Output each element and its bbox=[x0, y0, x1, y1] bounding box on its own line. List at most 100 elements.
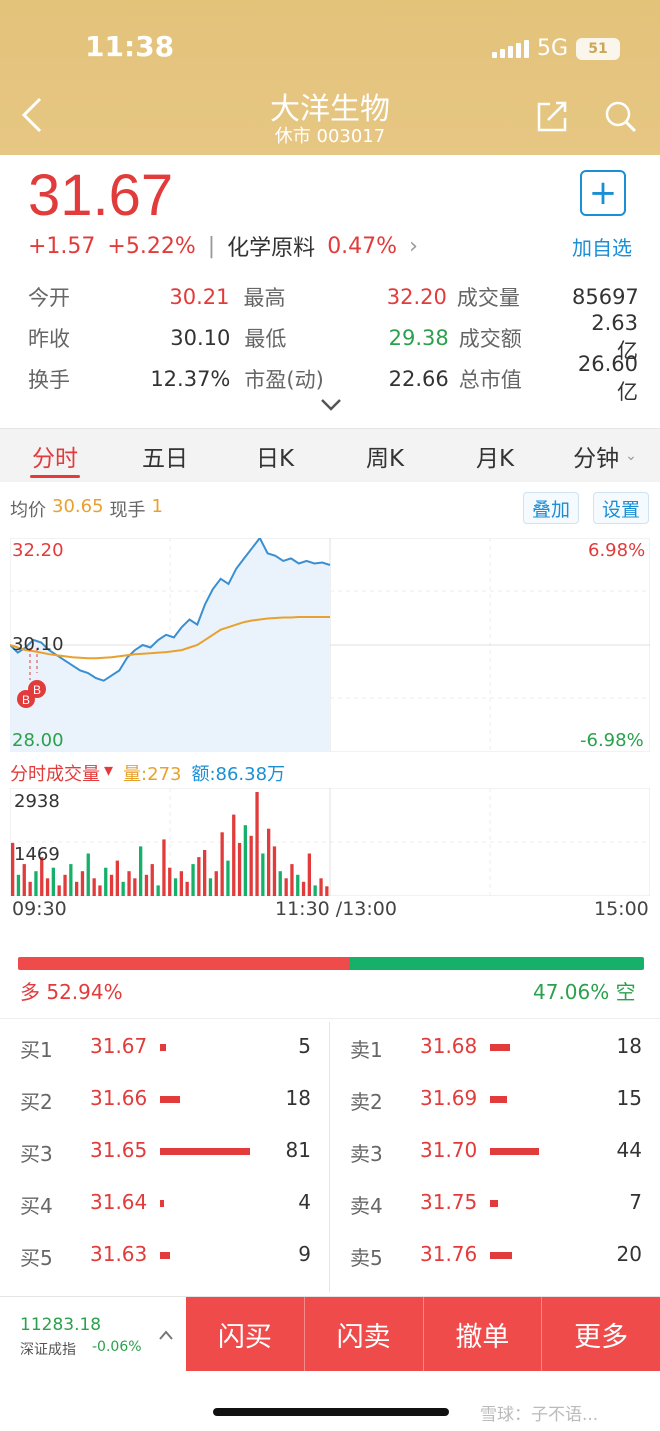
sector-pct[interactable]: 0.47% bbox=[327, 234, 397, 259]
ask-volume-bar bbox=[490, 1044, 510, 1051]
volume-bar bbox=[226, 860, 230, 896]
volume-bar bbox=[16, 874, 21, 896]
bid-volume: 81 bbox=[285, 1138, 311, 1162]
volume-bar bbox=[313, 885, 317, 896]
tab-intraday[interactable]: 分时 bbox=[0, 429, 110, 482]
network-label: 5G bbox=[536, 36, 568, 61]
ask-level: 卖3 bbox=[350, 1142, 383, 1166]
more-button[interactable]: 更多 bbox=[542, 1297, 660, 1371]
ask-price: 31.68 bbox=[420, 1034, 478, 1058]
tab-five-day[interactable]: 五日 bbox=[110, 429, 220, 482]
volume-bar bbox=[179, 871, 183, 896]
ask-volume-bar bbox=[490, 1252, 512, 1259]
bid-row[interactable]: 买5 31.63 9 bbox=[0, 1230, 329, 1282]
index-change[interactable]: -0.06% bbox=[92, 1339, 142, 1355]
chevron-up-icon[interactable] bbox=[158, 1329, 174, 1341]
long-ratio-fill bbox=[18, 957, 350, 970]
volume-bar bbox=[267, 828, 271, 896]
volume-bar bbox=[232, 814, 236, 896]
volume-bar bbox=[104, 867, 108, 896]
chevron-down-icon[interactable] bbox=[320, 398, 342, 412]
tab-monthly-k[interactable]: 月K bbox=[440, 429, 550, 482]
flash-buy-button[interactable]: 闪买 bbox=[186, 1297, 305, 1371]
index-name[interactable]: 深证成指 bbox=[20, 1339, 76, 1359]
volume-bar bbox=[191, 864, 195, 896]
volume-bar bbox=[307, 853, 311, 896]
settings-button[interactable]: 设置 bbox=[593, 492, 650, 524]
svg-text:B: B bbox=[22, 693, 30, 707]
tab-daily-k[interactable]: 日K bbox=[220, 429, 330, 482]
ask-price: 31.70 bbox=[420, 1138, 478, 1162]
volume-bar bbox=[290, 864, 294, 896]
ask-row[interactable]: 卖4 31.75 7 bbox=[330, 1178, 660, 1230]
ask-row[interactable]: 卖2 31.69 15 bbox=[330, 1074, 660, 1126]
volume-bar bbox=[296, 874, 300, 896]
bid-level: 买1 bbox=[20, 1038, 53, 1062]
short-ratio-fill bbox=[349, 957, 644, 970]
price-chart[interactable]: B B bbox=[10, 538, 650, 752]
chevron-right-icon[interactable]: › bbox=[409, 234, 418, 259]
flash-sell-button[interactable]: 闪卖 bbox=[305, 1297, 424, 1371]
ask-volume: 18 bbox=[616, 1034, 642, 1058]
bid-row[interactable]: 买2 31.66 18 bbox=[0, 1074, 329, 1126]
volume-bar bbox=[220, 832, 224, 896]
bid-volume: 5 bbox=[298, 1034, 311, 1058]
bid-row[interactable]: 买1 31.67 5 bbox=[0, 1022, 329, 1074]
volume-bar bbox=[237, 842, 242, 896]
ask-level: 卖4 bbox=[350, 1194, 383, 1218]
caret-down-icon[interactable]: ▾ bbox=[104, 760, 113, 786]
bid-level: 买2 bbox=[20, 1090, 53, 1114]
overlay-button[interactable]: 叠加 bbox=[523, 492, 580, 524]
volume-bar bbox=[162, 839, 166, 896]
volume-bar bbox=[261, 853, 265, 896]
volume-bar bbox=[34, 871, 38, 896]
ask-volume-bar bbox=[490, 1096, 507, 1103]
ask-row[interactable]: 卖5 31.76 20 bbox=[330, 1230, 660, 1282]
buy-marker[interactable]: B bbox=[28, 680, 46, 698]
home-indicator[interactable] bbox=[213, 1408, 449, 1416]
volume-chart[interactable] bbox=[10, 788, 650, 896]
bid-price: 31.64 bbox=[90, 1190, 148, 1214]
ask-row[interactable]: 卖1 31.68 18 bbox=[330, 1022, 660, 1074]
bid-book: 买1 31.67 5 买2 31.66 18 买3 31.65 81 买4 31.64 4 买5 31.6… bbox=[0, 1022, 330, 1292]
avg-label: 均价 bbox=[10, 500, 46, 521]
add-watchlist-button[interactable]: + bbox=[580, 170, 626, 216]
bid-level: 买3 bbox=[20, 1142, 53, 1166]
ask-volume: 44 bbox=[616, 1138, 642, 1162]
chart-tabs: 分时 五日 日K 周K 月K 分钟 ⌄ bbox=[0, 428, 660, 482]
divider bbox=[0, 1018, 660, 1019]
volume-bar bbox=[109, 874, 114, 896]
time-axis-mid: 11:30 /13:00 bbox=[275, 898, 397, 920]
short-ratio-label: 47.06% 空 bbox=[533, 980, 636, 1004]
bid-price: 31.65 bbox=[90, 1138, 148, 1162]
divider: | bbox=[207, 233, 216, 259]
bid-level: 买5 bbox=[20, 1246, 53, 1270]
index-value[interactable]: 11283.18 bbox=[20, 1315, 101, 1335]
tab-minute-label: 分钟 bbox=[573, 445, 620, 472]
tab-weekly-k[interactable]: 周K bbox=[330, 429, 440, 482]
add-watchlist-label[interactable]: 加自选 bbox=[572, 232, 632, 261]
change-row: +1.57 +5.22% | 化学原料 0.47% › bbox=[28, 230, 418, 262]
bid-row[interactable]: 买4 31.64 4 bbox=[0, 1178, 329, 1230]
price-change: +1.57 bbox=[28, 233, 96, 259]
battery-icon: 51 bbox=[576, 37, 620, 60]
sector-name[interactable]: 化学原料 bbox=[227, 230, 315, 262]
volume-amount: 额:86.38万 bbox=[191, 764, 286, 785]
time-axis-end: 15:00 bbox=[594, 898, 649, 920]
cancel-order-button[interactable]: 撤单 bbox=[424, 1297, 543, 1371]
bid-volume: 4 bbox=[298, 1190, 311, 1214]
bid-volume-bar bbox=[160, 1096, 180, 1103]
volume-title[interactable]: 分时成交量 bbox=[10, 760, 100, 786]
volume-axis-mid: 1469 bbox=[14, 844, 60, 865]
bid-row[interactable]: 买3 31.65 81 bbox=[0, 1126, 329, 1178]
volume-axis-max: 2938 bbox=[14, 791, 60, 812]
hand-value: 1 bbox=[151, 496, 163, 517]
volume-bar bbox=[243, 825, 247, 896]
search-icon[interactable] bbox=[602, 98, 638, 134]
share-icon[interactable] bbox=[534, 98, 570, 134]
volume-bar bbox=[28, 881, 32, 896]
long-short-ratio-bar bbox=[18, 957, 644, 970]
tab-minute[interactable]: 分钟 ⌄ bbox=[550, 429, 660, 482]
volume-bar bbox=[51, 867, 55, 896]
ask-row[interactable]: 卖3 31.70 44 bbox=[330, 1126, 660, 1178]
